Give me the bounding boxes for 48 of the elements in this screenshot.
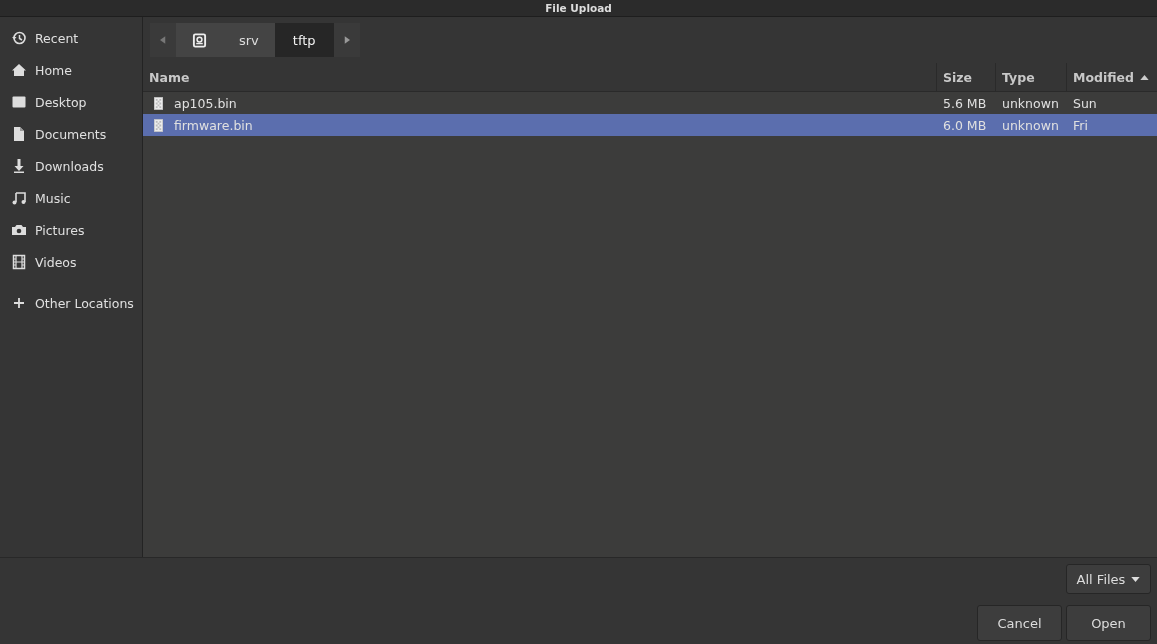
film-icon: [11, 254, 27, 270]
path-button[interactable]: tftp: [274, 23, 334, 57]
sidebar-item[interactable]: Recent: [0, 22, 142, 54]
sidebar-item[interactable]: Downloads: [0, 150, 142, 182]
file-icon: [154, 118, 163, 132]
download-arrow-icon: [11, 158, 27, 174]
column-header[interactable]: Modified: [1067, 63, 1157, 91]
sidebar-item[interactable]: Pictures: [0, 214, 142, 246]
file-modified: Sun: [1073, 95, 1097, 111]
camera-icon: [11, 222, 27, 238]
sidebar-item[interactable]: Desktop: [0, 86, 142, 118]
column-header[interactable]: Type: [996, 63, 1067, 91]
cancel-button[interactable]: Cancel: [977, 605, 1062, 641]
file-icon: [154, 96, 163, 110]
clock-icon: [11, 30, 27, 46]
file-type: unknown: [1002, 95, 1059, 111]
right-arrow-icon: [343, 36, 350, 44]
sidebar-item[interactable]: Music: [0, 182, 142, 214]
sidebar-item[interactable]: Videos: [0, 246, 142, 278]
sidebar-item[interactable]: Home: [0, 54, 142, 86]
sidebar-item[interactable]: Documents: [0, 118, 142, 150]
column-header[interactable]: Name: [143, 63, 937, 91]
column-header[interactable]: Size: [937, 63, 996, 91]
file-row[interactable]: firmware.bin 6.0 MB unknown Fri: [143, 114, 1157, 136]
forward-button[interactable]: [333, 23, 360, 57]
file-name: ap105.bin: [174, 95, 237, 111]
monitor-icon: [11, 94, 27, 110]
file-name: firmware.bin: [174, 117, 253, 133]
left-arrow-icon: [160, 36, 166, 44]
file-type: unknown: [1002, 117, 1059, 133]
file-type-dropdown[interactable]: All Files: [1066, 564, 1151, 594]
sidebar-item[interactable]: Other Locations: [0, 287, 142, 319]
sort-ascending-icon: [1139, 74, 1149, 80]
drive-icon: [192, 32, 207, 48]
file-size: 5.6 MB: [943, 95, 987, 111]
file-size: 6.0 MB: [943, 117, 987, 133]
home-icon: [11, 62, 27, 78]
path-button[interactable]: srv: [223, 23, 275, 57]
open-button[interactable]: Open: [1066, 605, 1151, 641]
caret-icon: [1131, 576, 1141, 582]
music-note-icon: [11, 190, 27, 206]
file-modified: Fri: [1073, 117, 1088, 133]
window-title: File Upload: [545, 2, 612, 14]
drive-button[interactable]: [176, 23, 223, 57]
plus-icon: [11, 295, 27, 311]
document-icon: [11, 126, 27, 142]
back-button[interactable]: [150, 23, 176, 57]
file-row[interactable]: ap105.bin 5.6 MB unknown Sun: [143, 92, 1157, 114]
